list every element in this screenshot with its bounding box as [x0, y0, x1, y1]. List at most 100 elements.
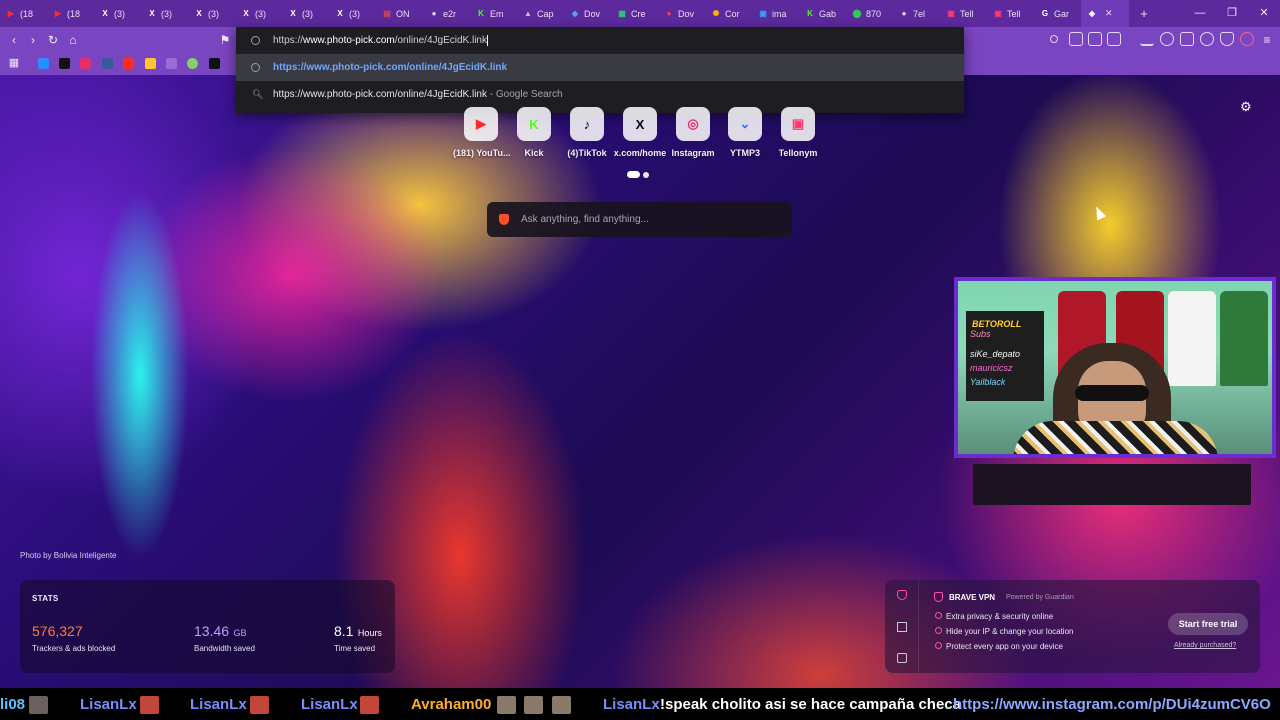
- tab-list: ▶ (18 ▶ (18 X (3) X (3) X (3) X (3) X (3) X (3) ▤ ON ● e2r K…: [0, 0, 1081, 27]
- suggestion-url[interactable]: https://www.photo-pick.com/online/4JgEci…: [236, 54, 964, 81]
- tab-label: ON: [396, 8, 410, 19]
- tab-item[interactable]: ▣ Tell: [987, 0, 1034, 27]
- address-bar-input[interactable]: https://www.photo-pick.com/online/4JgEci…: [236, 27, 964, 54]
- start-free-trial-button[interactable]: Start free trial: [1168, 613, 1248, 635]
- tiktok-icon: ♪: [570, 107, 604, 141]
- bookmark-twitch-icon[interactable]: [166, 58, 177, 69]
- tab-label: Dov: [584, 8, 601, 19]
- menu-icon[interactable]: ≡: [1259, 32, 1275, 48]
- tab-active[interactable]: ◈ ✕: [1081, 0, 1129, 27]
- already-purchased-link[interactable]: Already purchased?: [1174, 642, 1236, 649]
- tab-item[interactable]: ▶ (18: [0, 0, 47, 27]
- download-icon[interactable]: [1140, 32, 1154, 46]
- tab-item[interactable]: ● 7el: [893, 0, 940, 27]
- suggestion-search-query: https://www.photo-pick.com/online/4JgEci…: [273, 89, 487, 100]
- tab-item[interactable]: X (3): [235, 0, 282, 27]
- tab-item[interactable]: ▦ Cre: [611, 0, 658, 27]
- top-site-tile[interactable]: ▶ (181) YouTu...: [453, 107, 511, 158]
- bookmark-youtube-icon[interactable]: [123, 58, 134, 69]
- top-sites-pager[interactable]: [627, 171, 649, 178]
- page-icon: ▤: [383, 9, 391, 18]
- bookmark-chrome-icon[interactable]: [187, 58, 198, 69]
- music-icon[interactable]: [1160, 32, 1174, 46]
- back-arrow-icon[interactable]: ‹: [6, 32, 22, 48]
- top-site-tile[interactable]: Xx.com/home: [612, 107, 668, 158]
- globe-icon: [251, 63, 260, 72]
- tab-item[interactable]: ▣ ima: [752, 0, 799, 27]
- bookmark-instagram-icon[interactable]: [80, 58, 91, 69]
- minimize-button[interactable]: —: [1184, 0, 1216, 27]
- tab-item[interactable]: ▤ ON: [376, 0, 423, 27]
- tab-item[interactable]: X (3): [141, 0, 188, 27]
- home-icon[interactable]: ⌂: [65, 32, 81, 48]
- maximize-button[interactable]: ❐: [1216, 0, 1248, 27]
- warning-icon[interactable]: [897, 622, 907, 632]
- top-site-tile[interactable]: ▣ Tellonym: [770, 107, 826, 158]
- tab-item[interactable]: ● Dov: [658, 0, 705, 27]
- search-box[interactable]: Ask anything, find anything...: [487, 202, 792, 237]
- new-tab-button[interactable]: +: [1129, 6, 1159, 21]
- stat-bandwidth: 13.46 GB Bandwidth saved: [194, 623, 255, 653]
- tab-item[interactable]: ● e2r: [423, 0, 470, 27]
- tab-item[interactable]: G Gar: [1034, 0, 1081, 27]
- forward-arrow-icon[interactable]: ›: [25, 32, 41, 48]
- reload-icon[interactable]: ↻: [45, 32, 61, 48]
- card-icon[interactable]: [897, 653, 907, 663]
- close-window-button[interactable]: ✕: [1248, 0, 1280, 27]
- top-site-tile[interactable]: K Kick: [506, 107, 562, 158]
- vpn-shield-icon[interactable]: [897, 590, 907, 600]
- brave-wallet-icon[interactable]: [1050, 35, 1058, 43]
- url-prefix: https://: [273, 35, 304, 47]
- close-tab-icon[interactable]: ✕: [1105, 8, 1113, 19]
- bandwidth-label: Bandwidth saved: [194, 644, 255, 653]
- top-site-label: (181) YouTu...: [453, 148, 511, 158]
- bookmark-x-icon[interactable]: [209, 58, 220, 69]
- stat-trackers: 576,327 Trackers & ads blocked: [32, 623, 115, 653]
- time-unit: Hours: [357, 628, 382, 638]
- ticker-link[interactable]: https://www.instagram.com/p/DUi4zumCV6O: [953, 696, 1271, 713]
- stats-heading: STATS: [32, 594, 59, 603]
- shield-icon[interactable]: [1220, 32, 1234, 46]
- tab-label: Em: [490, 8, 504, 19]
- tab-item[interactable]: K Gab: [799, 0, 846, 27]
- tab-item[interactable]: ◆ Dov: [564, 0, 611, 27]
- tab-item[interactable]: K Em: [470, 0, 517, 27]
- check-icon: [935, 612, 942, 619]
- pager-dot-active[interactable]: [627, 171, 640, 178]
- tab-item[interactable]: ▶ (18: [47, 0, 94, 27]
- kick-icon: K: [807, 9, 813, 18]
- sidebar-icon[interactable]: [1107, 32, 1121, 46]
- tab-item[interactable]: X (3): [282, 0, 329, 27]
- bookmark-folder-icon[interactable]: [145, 58, 156, 69]
- top-site-tile[interactable]: ♪ (4)TikTok: [559, 107, 615, 158]
- suggestion-search[interactable]: 🔍︎ https://www.photo-pick.com/online/4Jg…: [236, 81, 964, 108]
- apps-grid-icon[interactable]: ▦: [6, 55, 22, 71]
- wallet-icon[interactable]: [1180, 32, 1194, 46]
- image-icon: ▣: [759, 9, 767, 18]
- tab-item[interactable]: ▣ Tell: [940, 0, 987, 27]
- puzzle-icon[interactable]: [1088, 32, 1102, 46]
- tab-label: Dov: [678, 8, 695, 19]
- tab-item[interactable]: ✺ Cor: [705, 0, 752, 27]
- tab-item[interactable]: X (3): [329, 0, 376, 27]
- leo-icon[interactable]: [1200, 32, 1214, 46]
- extension-icon[interactable]: [1069, 32, 1083, 46]
- instagram-icon: ◎: [676, 107, 710, 141]
- bookmark-outlook-icon[interactable]: [38, 58, 49, 69]
- spinner-icon: ✺: [712, 9, 720, 18]
- gear-icon[interactable]: ⚙: [1240, 99, 1252, 115]
- betoroll-logo: BETOROLL: [972, 319, 1022, 329]
- tab-item[interactable]: ▲ Cap: [517, 0, 564, 27]
- pager-dot[interactable]: [643, 171, 649, 178]
- rewards-icon[interactable]: [1240, 32, 1254, 46]
- google-icon: G: [1041, 9, 1049, 18]
- top-site-tile[interactable]: ⌄ YTMP3: [717, 107, 773, 158]
- bookmark-icon[interactable]: ⚑: [217, 32, 233, 48]
- tab-item[interactable]: X (3): [94, 0, 141, 27]
- youtube-icon: ▶: [7, 9, 15, 18]
- top-site-tile[interactable]: ◎ Instagram: [665, 107, 721, 158]
- bookmark-facebook-icon[interactable]: [102, 58, 113, 69]
- tab-item[interactable]: ⬤ 870: [846, 0, 893, 27]
- tab-item[interactable]: X (3): [188, 0, 235, 27]
- bookmark-tiktok-icon[interactable]: [59, 58, 70, 69]
